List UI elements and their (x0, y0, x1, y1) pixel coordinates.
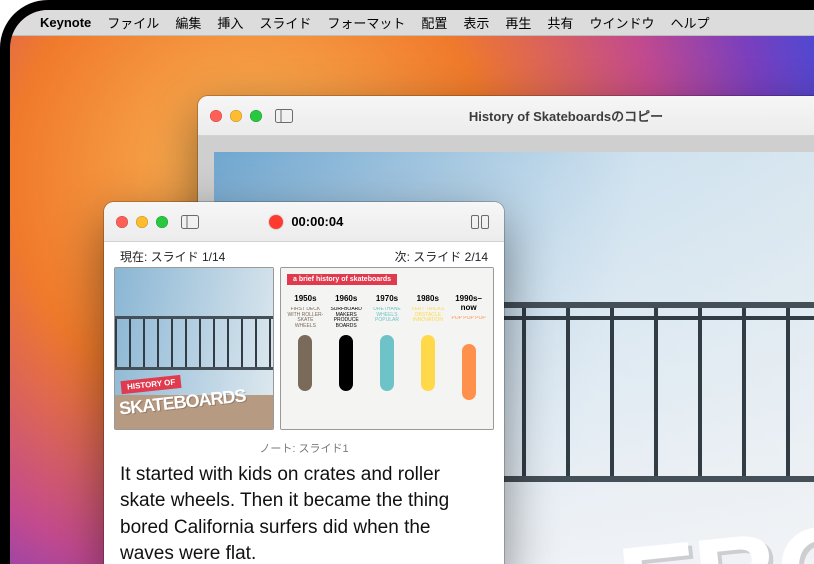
menubar-item-view[interactable]: 表示 (463, 13, 489, 32)
editor-traffic-lights (210, 110, 262, 122)
presenter-window: 00:00:04 現在: スライド 1/14 次: スライド 2/14 HIST… (104, 202, 504, 564)
thumb2-year: 1990s–now (450, 294, 487, 312)
minimize-button[interactable] (230, 110, 242, 122)
fullscreen-button[interactable] (156, 216, 168, 228)
thumb2-desc: SURFBOARD MAKERS PRODUCE BOARDS (328, 307, 365, 331)
recording-timer[interactable]: 00:00:04 (269, 214, 343, 229)
skateboard-icon (339, 335, 353, 391)
skateboard-icon (380, 335, 394, 391)
thumb2-desc: URETHANE WHEELS POPULAR (369, 307, 406, 331)
presenter-notes-text[interactable]: It started with kids on crates and rolle… (104, 458, 504, 564)
thumb-fence (115, 316, 273, 370)
fullscreen-button[interactable] (250, 110, 262, 122)
thumb2-column: 1950s FIRST DECK WITH ROLLER-SKATE WHEELS (287, 294, 324, 423)
menubar-item-file[interactable]: ファイル (107, 13, 159, 32)
layout-options-icon[interactable] (468, 212, 492, 232)
next-slide-label: 次: スライド 2/14 (395, 248, 488, 265)
menubar-item-share[interactable]: 共有 (547, 13, 573, 32)
thumb2-columns: 1950s FIRST DECK WITH ROLLER-SKATE WHEELS… (287, 294, 487, 423)
current-slide-thumbnail[interactable]: HISTORY OF SKATEBOARDS (114, 267, 274, 430)
desktop: Keynote ファイル 編集 挿入 スライド フォーマット 配置 表示 再生 … (10, 10, 814, 564)
close-button[interactable] (116, 216, 128, 228)
editor-titlebar[interactable]: History of Skateboardsのコピー (198, 96, 814, 136)
thumb2-desc: VERT TRICKS OBSTACLE INNOVATION (409, 307, 446, 331)
record-icon[interactable] (269, 215, 283, 229)
skateboard-icon (421, 335, 435, 391)
thumbs-header: 現在: スライド 1/14 次: スライド 2/14 (104, 242, 504, 267)
menubar-item-arrange[interactable]: 配置 (421, 13, 447, 32)
menubar-app-name[interactable]: Keynote (40, 15, 91, 30)
thumb2-desc: FIRST DECK WITH ROLLER-SKATE WHEELS (287, 307, 324, 331)
timer-value: 00:00:04 (291, 214, 343, 229)
presenter-notes-label: ノート: スライド1 (104, 436, 504, 458)
thumb2-column: 1980s VERT TRICKS OBSTACLE INNOVATION (409, 294, 446, 423)
sidebar-toggle-icon[interactable] (272, 106, 296, 126)
thumb2-desc: POP POP POP (451, 316, 485, 340)
skateboard-icon (298, 335, 312, 391)
menubar-item-help[interactable]: ヘルプ (670, 13, 709, 32)
thumb2-title: a brief history of skateboards (287, 274, 397, 285)
thumb2-year: 1950s (294, 294, 316, 303)
presenter-titlebar[interactable]: 00:00:04 (104, 202, 504, 242)
menubar-item-play[interactable]: 再生 (505, 13, 531, 32)
menubar-item-format[interactable]: フォーマット (327, 13, 405, 32)
menubar-item-insert[interactable]: 挿入 (217, 13, 243, 32)
menubar-item-window[interactable]: ウインドウ (589, 13, 654, 32)
skateboard-icon (462, 344, 476, 400)
thumb2-year: 1970s (376, 294, 398, 303)
next-slide-thumbnail[interactable]: a brief history of skateboards 1950s FIRS… (280, 267, 494, 430)
thumb2-year: 1960s (335, 294, 357, 303)
menubar-item-slide[interactable]: スライド (259, 13, 311, 32)
slide-title-fragment: EBOARD (612, 470, 814, 564)
menubar-item-edit[interactable]: 編集 (175, 13, 201, 32)
thumb2-column: 1960s SURFBOARD MAKERS PRODUCE BOARDS (328, 294, 365, 423)
thumb2-column: 1990s–now POP POP POP (450, 294, 487, 423)
thumb2-column: 1970s URETHANE WHEELS POPULAR (369, 294, 406, 423)
device-frame: Keynote ファイル 編集 挿入 スライド フォーマット 配置 表示 再生 … (0, 0, 814, 564)
presenter-traffic-lights (116, 216, 168, 228)
current-slide-label: 現在: スライド 1/14 (120, 248, 225, 265)
thumb2-year: 1980s (417, 294, 439, 303)
close-button[interactable] (210, 110, 222, 122)
sidebar-toggle-icon[interactable] (178, 212, 202, 232)
menubar[interactable]: Keynote ファイル 編集 挿入 スライド フォーマット 配置 表示 再生 … (10, 10, 814, 36)
slide-thumbnails: HISTORY OF SKATEBOARDS a brief history o… (104, 267, 504, 436)
minimize-button[interactable] (136, 216, 148, 228)
